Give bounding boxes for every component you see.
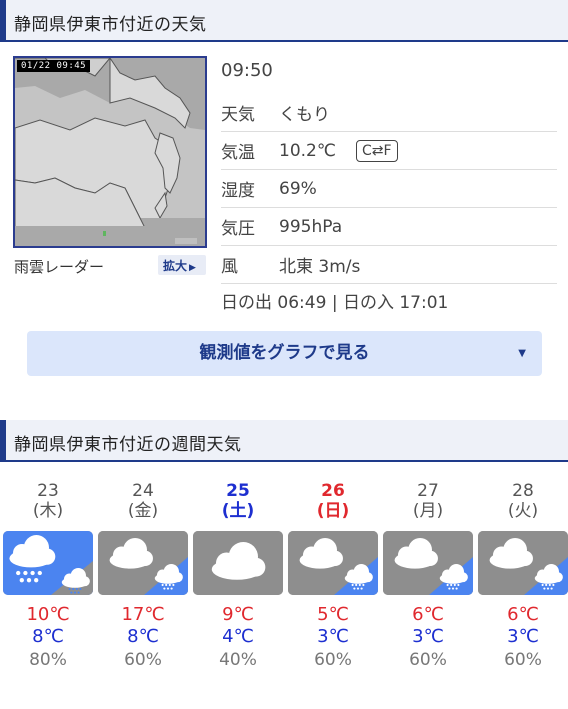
radar-label[interactable]: 雨雲レーダー [14,256,104,277]
forecast-low-temp: 4℃ [222,626,254,647]
zoom-button[interactable]: 拡大 ▶ [158,255,206,275]
forecast-date: 25 [226,481,250,501]
sunset-time: 17:01 [399,293,449,313]
forecast-weekday: (火) [507,501,539,521]
forecast-low-temp: 8℃ [127,626,159,647]
forecast-low-temp: 3℃ [317,626,349,647]
forecast-day: 28 (火) 6℃ 3℃ 60% [477,482,568,672]
radar-map-image [15,58,205,246]
current-weather-title: 静岡県伊東市付近の天気 [0,0,568,42]
cloudy-then-rain-icon [98,531,188,595]
forecast-day: 26 (日) 5℃ 3℃ 60% [287,482,379,672]
forecast-precip-chance: 60% [124,650,162,670]
view-graph-button[interactable]: 観測値をグラフで見る ▼ [27,331,542,376]
forecast-high-temp: 9℃ [222,604,254,625]
forecast-low-temp: 3℃ [507,626,539,647]
row-wind: 風 北東 3m/s [221,246,557,284]
cloudy-icon [193,531,283,595]
forecast-high-temp: 6℃ [507,604,539,625]
forecast-precip-chance: 80% [29,650,67,670]
observation-time: 09:50 [221,60,273,81]
forecast-date: 26 [321,481,345,501]
forecast-weekday: (金) [127,501,159,521]
row-key: 湿度 [221,181,255,201]
row-weather: 天気 くもり [221,94,557,132]
forecast-date: 28 [512,481,534,501]
forecast-date: 27 [417,481,439,501]
row-key: 気温 [221,143,255,163]
sunrise-sunset: 日の出 06:49 | 日の入 17:01 [221,288,448,313]
forecast-low-temp: 3℃ [412,626,444,647]
sunrise-label: 日の出 [221,293,272,313]
row-value: 北東 3m/s [279,257,361,277]
row-value: 10.2℃ [279,140,336,161]
forecast-high-temp: 5℃ [317,604,349,625]
cloudy-then-rain-icon [288,531,378,595]
forecast-precip-chance: 60% [409,650,447,670]
forecast-date: 24 [132,481,154,501]
forecast-day: 27 (月) 6℃ 3℃ 60% [382,482,474,672]
forecast-high-temp: 6℃ [412,604,444,625]
forecast-precip-chance: 40% [219,650,257,670]
forecast-date: 23 [37,481,59,501]
row-pressure: 気圧 995hPa [221,208,557,246]
row-key: 気圧 [221,219,255,239]
forecast-precip-chance: 60% [504,650,542,670]
view-graph-label: 観測値をグラフで見る [199,343,370,363]
forecast-weekday: (木) [32,501,64,521]
weekly-weather-title: 静岡県伊東市付近の週間天気 [0,420,568,462]
rain-then-cloudy-rain-icon [3,531,93,595]
triangle-right-icon: ▶ [189,263,196,273]
forecast-day: 23 (木) 10℃ 8℃ 80% [2,482,94,672]
row-key: 風 [221,257,238,277]
row-value: くもり [279,105,330,125]
forecast-high-temp: 17℃ [121,604,165,625]
row-temperature: 気温 10.2℃ C⇄F [221,132,557,170]
forecast-day: 25 (土) 9℃ 4℃ 40% [192,482,284,672]
forecast-day: 24 (金) 17℃ 8℃ 60% [97,482,189,672]
divider: | [331,293,343,313]
rain-radar-map[interactable]: 01/22 09:45 [13,56,207,248]
cloudy-then-rain-icon [383,531,473,595]
forecast-weekday: (土) [221,501,255,521]
forecast-precip-chance: 60% [314,650,352,670]
row-humidity: 湿度 69% [221,170,557,208]
zoom-label: 拡大 [163,259,188,273]
unit-toggle-button[interactable]: C⇄F [355,139,398,162]
caret-down-icon: ▼ [518,348,526,359]
radar-timestamp: 01/22 09:45 [17,60,91,72]
row-key: 天気 [221,105,255,125]
forecast-high-temp: 10℃ [26,604,70,625]
forecast-weekday: (日) [316,501,350,521]
cloudy-then-rain-icon [478,531,568,595]
row-value: 995hPa [279,216,343,237]
sunset-label: 日の入 [342,293,394,313]
forecast-low-temp: 8℃ [32,626,64,647]
row-value: 69% [279,178,317,199]
sunrise-time: 06:49 [277,293,327,313]
forecast-weekday: (月) [412,501,444,521]
